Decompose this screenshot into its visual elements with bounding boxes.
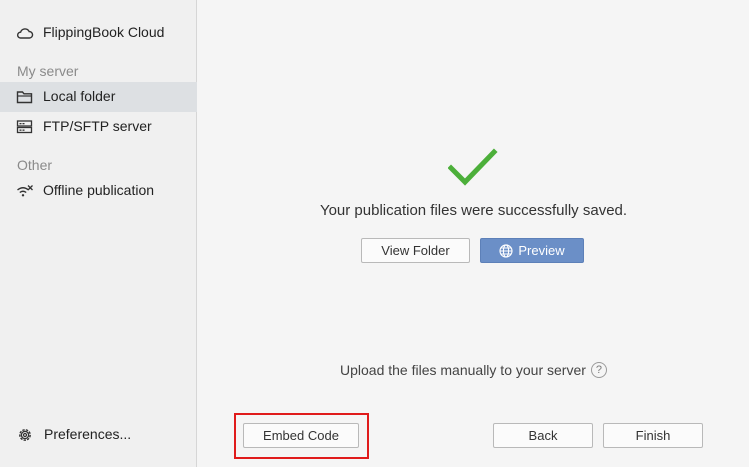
- finish-button[interactable]: Finish: [603, 423, 703, 448]
- back-label: Back: [528, 428, 558, 443]
- sidebar-item-local-folder[interactable]: Local folder: [0, 82, 197, 112]
- checkmark-icon: [448, 148, 498, 186]
- main-panel: [198, 0, 749, 467]
- my-server-header: My server: [17, 63, 79, 79]
- sidebar-item-label: Offline publication: [43, 182, 155, 198]
- globe-icon: [499, 243, 513, 258]
- preview-label: Preview: [518, 243, 565, 258]
- upload-note-text: Upload the files manually to your server: [340, 362, 586, 378]
- sidebar-item-label: FlippingBook Cloud: [43, 24, 165, 40]
- embed-code-highlight: [234, 413, 369, 459]
- finish-label: Finish: [635, 428, 671, 443]
- back-button[interactable]: Back: [493, 423, 593, 448]
- preferences-label: Preferences...: [44, 426, 132, 442]
- sidebar-item-offline-publication[interactable]: Offline publication: [0, 176, 197, 206]
- gear-icon: [19, 429, 31, 441]
- sidebar-item-ftp-sftp-server[interactable]: FTP/SFTP server: [0, 112, 197, 142]
- sidebar: FlippingBook Cloud My server Local folde…: [0, 0, 197, 467]
- view-folder-button[interactable]: View Folder: [361, 238, 470, 263]
- other-header: Other: [17, 157, 53, 173]
- folder-icon: [16, 91, 33, 104]
- view-folder-label: View Folder: [381, 243, 450, 258]
- cloud-icon: [17, 28, 34, 39]
- server-icon: [16, 120, 33, 134]
- preferences-button[interactable]: Preferences...: [0, 420, 197, 450]
- question-circle-icon[interactable]: ?: [590, 362, 607, 378]
- sidebar-item-label: Local folder: [43, 88, 116, 104]
- preview-button[interactable]: Preview: [480, 238, 584, 263]
- upload-note: Upload the files manually to your server…: [340, 362, 607, 378]
- wifi-off-icon: [17, 185, 33, 197]
- sidebar-item-label: FTP/SFTP server: [43, 118, 152, 134]
- success-message: Your publication files were successfully…: [319, 202, 628, 219]
- sidebar-item-flippingbook-cloud[interactable]: FlippingBook Cloud: [0, 18, 197, 48]
